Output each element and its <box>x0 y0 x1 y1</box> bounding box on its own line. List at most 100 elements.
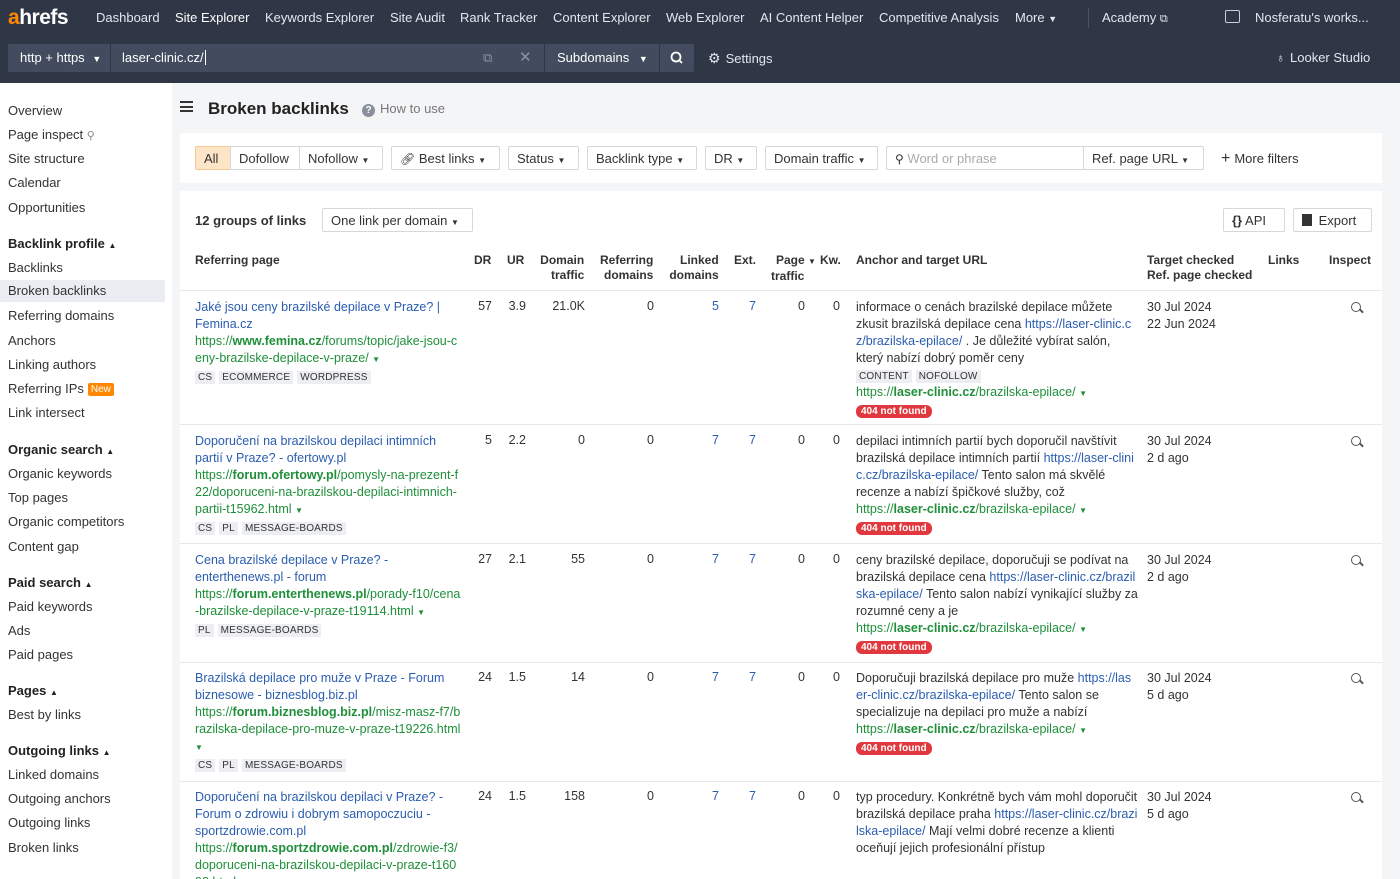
nav-keywords-explorer[interactable]: Keywords Explorer <box>265 10 374 25</box>
sidebar-item-referring-ips[interactable]: Referring IPs New <box>8 381 114 396</box>
how-to-use-link[interactable]: ? How to use <box>362 101 445 117</box>
filter-status[interactable]: Status ▼ <box>508 146 579 170</box>
col-kw[interactable]: Kw. <box>820 253 841 268</box>
filter-dofollow[interactable]: Dofollow <box>230 146 300 170</box>
clear-icon[interactable]: ✕ <box>519 48 532 66</box>
target-url[interactable]: https://laser-clinic.cz/brazilska-epilac… <box>856 502 1087 516</box>
referring-page-url[interactable]: https://forum.enterthenews.pl/porady-f10… <box>195 587 460 618</box>
sidebar-section-paid-search[interactable]: Paid search ▲ <box>8 575 93 590</box>
linked-domains-value[interactable]: 7 <box>690 433 719 447</box>
inspect-search-icon[interactable] <box>1351 436 1364 448</box>
screen-icon[interactable] <box>1225 10 1240 23</box>
ext-value[interactable]: 7 <box>736 670 756 684</box>
sidebar-item-site-structure[interactable]: Site structure <box>8 151 85 166</box>
sidebar-item-referring-domains[interactable]: Referring domains <box>8 308 114 323</box>
col-inspect[interactable]: Inspect <box>1329 253 1371 268</box>
referring-page-url[interactable]: https://www.femina.cz/forums/topic/jake-… <box>195 334 457 365</box>
nav-ai-content-helper[interactable]: AI Content Helper <box>760 10 863 25</box>
referring-page-title[interactable]: Doporučení na brazilskou depilaci v Praz… <box>195 790 443 838</box>
sidebar-item-organic-competitors[interactable]: Organic competitors <box>8 514 124 529</box>
settings-button[interactable]: ⚙ Settings <box>708 50 773 67</box>
filter-domain-traffic[interactable]: Domain traffic ▼ <box>765 146 878 170</box>
target-url[interactable]: https://laser-clinic.cz/brazilska-epilac… <box>856 722 1087 736</box>
col-page-traffic[interactable]: Page ▼ traffic <box>771 253 816 284</box>
sidebar-item-organic-keywords[interactable]: Organic keywords <box>8 466 112 481</box>
api-button[interactable]: {} API <box>1223 208 1285 232</box>
nav-rank-tracker[interactable]: Rank Tracker <box>460 10 537 25</box>
sidebar-section-pages[interactable]: Pages ▲ <box>8 683 58 698</box>
filter-nofollow[interactable]: Nofollow ▼ <box>299 146 383 170</box>
mode-select[interactable]: Subdomains ▼ <box>545 44 659 72</box>
filter-ref-page-url[interactable]: Ref. page URL ▼ <box>1083 146 1204 170</box>
target-url[interactable]: https://laser-clinic.cz/brazilska-epilac… <box>856 385 1087 399</box>
search-button[interactable] <box>660 44 694 72</box>
inspect-search-icon[interactable] <box>1351 302 1364 314</box>
referring-page-title[interactable]: Brazilská depilace pro muže v Praze - Fo… <box>195 671 444 702</box>
referring-page-title[interactable]: Cena brazilské depilace v Praze? - enter… <box>195 553 388 584</box>
target-url-input[interactable]: laser-clinic.cz/ ⧉ ✕ <box>111 44 544 72</box>
sidebar-item-outgoing-anchors[interactable]: Outgoing anchors <box>8 791 111 806</box>
referring-page-url[interactable]: https://forum.ofertowy.pl/pomysly-na-pre… <box>195 468 458 516</box>
referring-page-title[interactable]: Doporučení na brazilskou depilaci intimn… <box>195 434 436 465</box>
menu-toggle-icon[interactable] <box>180 101 193 112</box>
sidebar-item-content-gap[interactable]: Content gap <box>8 539 79 554</box>
protocol-select[interactable]: http + https ▼ <box>8 44 110 72</box>
sidebar-item-overview[interactable]: Overview <box>8 103 62 118</box>
account-menu[interactable]: Nosferatu's works... <box>1255 10 1369 25</box>
inspect-search-icon[interactable] <box>1351 673 1364 685</box>
sidebar-item-best-by-links[interactable]: Best by links <box>8 707 81 722</box>
col-linked-domains[interactable]: Linked domains <box>669 253 718 283</box>
sidebar-item-page-inspect[interactable]: Page inspect ⚲ <box>8 127 95 142</box>
sidebar-item-paid-pages[interactable]: Paid pages <box>8 647 73 662</box>
sidebar-item-paid-keywords[interactable]: Paid keywords <box>8 599 93 614</box>
filter-dr[interactable]: DR ▼ <box>705 146 757 170</box>
col-referring-domains[interactable]: Referring domains <box>600 253 653 283</box>
more-filters-button[interactable]: + More filters <box>1221 150 1299 168</box>
nav-web-explorer[interactable]: Web Explorer <box>666 10 745 25</box>
sidebar-item-ads[interactable]: Ads <box>8 623 30 638</box>
sidebar-item-link-intersect[interactable]: Link intersect <box>8 405 85 420</box>
target-url[interactable]: https://laser-clinic.cz/brazilska-epilac… <box>856 621 1087 635</box>
sidebar-item-top-pages[interactable]: Top pages <box>8 490 68 505</box>
ahrefs-logo[interactable]: ahrefs <box>8 6 69 30</box>
open-external-icon[interactable]: ⧉ <box>483 50 492 66</box>
nav-content-explorer[interactable]: Content Explorer <box>553 10 651 25</box>
sidebar-item-outgoing-links[interactable]: Outgoing links <box>8 815 90 830</box>
ext-value[interactable]: 7 <box>736 299 756 313</box>
sidebar-section-organic-search[interactable]: Organic search ▲ <box>8 442 114 457</box>
linked-domains-value[interactable]: 7 <box>690 670 719 684</box>
linked-domains-value[interactable]: 5 <box>690 299 719 313</box>
sidebar-item-anchors[interactable]: Anchors <box>8 333 56 348</box>
nav-more[interactable]: More ▼ <box>1015 10 1057 25</box>
nav-site-explorer[interactable]: Site Explorer <box>175 10 249 25</box>
filter-backlink-type[interactable]: Backlink type ▼ <box>587 146 697 170</box>
sidebar-section-outgoing-links[interactable]: Outgoing links ▲ <box>8 743 111 758</box>
looker-studio-button[interactable]: ♁ Looker Studio <box>1276 50 1370 65</box>
col-domain-traffic[interactable]: Domain traffic <box>540 253 584 283</box>
col-target-checked[interactable]: Target checked Ref. page checked <box>1147 253 1252 283</box>
referring-page-url[interactable]: https://forum.biznesblog.biz.pl/misz-mas… <box>195 705 460 753</box>
referring-page-title[interactable]: Jaké jsou ceny brazilské depilace v Praz… <box>195 300 440 331</box>
sidebar-item-linking-authors[interactable]: Linking authors <box>8 357 96 372</box>
filter-best-links[interactable]: 🔗︎ Best links ▼ <box>391 146 500 170</box>
nav-dashboard[interactable]: Dashboard <box>96 10 160 25</box>
inspect-search-icon[interactable] <box>1351 555 1364 567</box>
nav-academy[interactable]: Academy ⧉ <box>1102 10 1168 26</box>
linked-domains-value[interactable]: 7 <box>690 552 719 566</box>
ext-value[interactable]: 7 <box>736 552 756 566</box>
col-links[interactable]: Links <box>1268 253 1299 268</box>
sidebar-item-calendar[interactable]: Calendar <box>8 175 61 190</box>
grouping-select[interactable]: One link per domain ▼ <box>322 208 473 232</box>
col-referring-page[interactable]: Referring page <box>195 253 280 268</box>
export-button[interactable]: Export <box>1293 208 1372 232</box>
nav-site-audit[interactable]: Site Audit <box>390 10 445 25</box>
filter-all[interactable]: All <box>195 146 231 170</box>
col-ext[interactable]: Ext. <box>734 253 756 268</box>
sidebar-item-broken-backlinks[interactable]: Broken backlinks <box>0 280 165 302</box>
sidebar-section-backlink-profile[interactable]: Backlink profile ▲ <box>8 236 116 251</box>
nav-competitive-analysis[interactable]: Competitive Analysis <box>879 10 999 25</box>
col-ur[interactable]: UR <box>507 253 524 268</box>
referring-page-url[interactable]: https://forum.sportzdrowie.com.pl/zdrowi… <box>195 841 458 879</box>
keyword-search-input[interactable]: ⚲ Word or phrase <box>886 146 1084 170</box>
sidebar-item-backlinks[interactable]: Backlinks <box>8 260 63 275</box>
